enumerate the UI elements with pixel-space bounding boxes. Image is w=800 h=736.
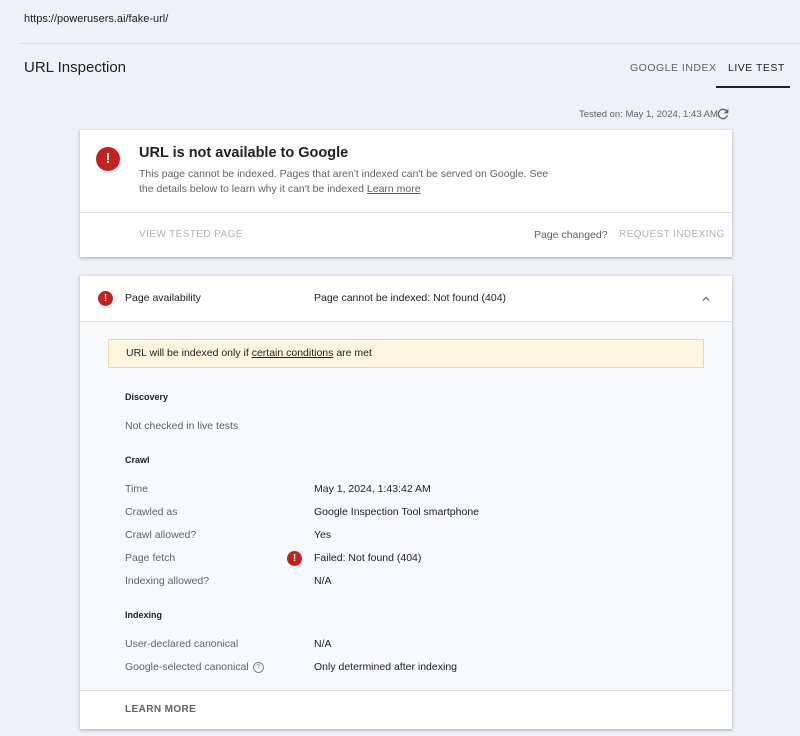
status-title: URL is not available to Google — [139, 145, 349, 161]
indexing-allowed-label: Indexing allowed? — [125, 575, 210, 587]
crawl-time-label: Time — [125, 483, 148, 495]
error-icon: ! — [96, 147, 120, 171]
page-availability-header[interactable]: ! Page availability Page cannot be index… — [80, 276, 732, 322]
indexing-heading: Indexing — [125, 610, 163, 620]
tab-live-test[interactable]: LIVE TEST — [728, 62, 785, 74]
indexing-allowed-value: N/A — [314, 575, 332, 587]
status-description: This page cannot be indexed. Pages that … — [139, 167, 569, 196]
card-divider — [80, 690, 732, 691]
error-icon: ! — [287, 551, 302, 566]
crawled-as-label: Crawled as — [125, 506, 178, 518]
discovery-text: Not checked in live tests — [125, 420, 239, 432]
card-divider — [80, 212, 732, 213]
active-tab-indicator — [716, 86, 790, 88]
chevron-up-icon[interactable] — [699, 292, 713, 306]
indexing-conditions-banner: URL will be indexed only if certain cond… — [108, 339, 704, 368]
page-fetch-label: Page fetch — [125, 552, 176, 564]
page-availability-card: ! Page availability Page cannot be index… — [80, 276, 732, 729]
user-canonical-label: User-declared canonical — [125, 638, 239, 650]
learn-more-button[interactable]: LEARN MORE — [125, 704, 196, 715]
page-availability-label: Page availability — [125, 292, 201, 304]
help-icon[interactable]: ? — [252, 662, 264, 673]
google-canonical-value: Only determined after indexing — [314, 661, 457, 673]
learn-more-link[interactable]: Learn more — [367, 183, 421, 195]
crawl-time-value: May 1, 2024, 1:43:42 AM — [314, 483, 431, 495]
warning-text: URL will be indexed only if certain cond… — [126, 347, 372, 359]
page-title: URL Inspection — [24, 59, 126, 76]
status-card: ! URL is not available to Google This pa… — [80, 130, 732, 257]
google-canonical-row: Google-selected canonical? — [125, 661, 264, 673]
user-canonical-value: N/A — [314, 638, 332, 650]
warning-post: are met — [336, 347, 372, 359]
availability-details: URL will be indexed only if certain cond… — [80, 322, 732, 690]
status-desc-line2: the details below to learn why it can't … — [139, 182, 364, 195]
url-bar: https://powerusers.ai/fake-url/ — [24, 13, 169, 25]
page-availability-value: Page cannot be indexed: Not found (404) — [314, 292, 507, 304]
certain-conditions-link[interactable]: certain conditions — [252, 347, 334, 359]
google-canonical-label: Google-selected canonical — [125, 661, 249, 673]
request-indexing-button[interactable]: REQUEST INDEXING — [619, 229, 725, 240]
page-changed-label: Page changed? — [534, 229, 608, 241]
error-icon: ! — [98, 291, 113, 306]
view-tested-page-button[interactable]: VIEW TESTED PAGE — [139, 229, 243, 240]
crawl-allowed-label: Crawl allowed? — [125, 529, 197, 541]
tested-on-timestamp: Tested on: May 1, 2024, 1:43 AM — [579, 109, 718, 120]
discovery-heading: Discovery — [125, 392, 169, 402]
warning-pre: URL will be indexed only if — [126, 347, 249, 359]
status-desc-line1: This page cannot be indexed. Pages that … — [139, 168, 549, 180]
crawl-allowed-value: Yes — [314, 529, 332, 541]
refresh-icon[interactable] — [715, 106, 731, 122]
crawled-as-value: Google Inspection Tool smartphone — [314, 506, 479, 518]
page-fetch-value: Failed: Not found (404) — [314, 552, 422, 564]
crawl-heading: Crawl — [125, 455, 150, 465]
header-divider — [20, 43, 800, 44]
tab-google-index[interactable]: GOOGLE INDEX — [630, 62, 717, 74]
